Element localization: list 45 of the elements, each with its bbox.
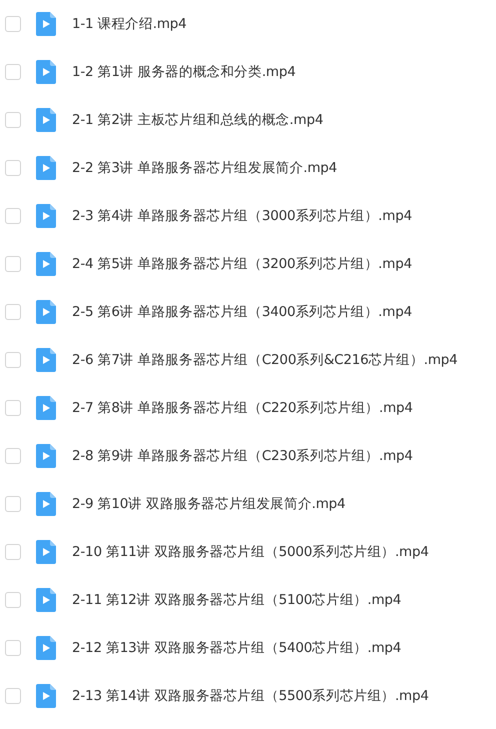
video-file-icon bbox=[36, 540, 56, 564]
checkbox[interactable] bbox=[5, 640, 21, 656]
checkbox[interactable] bbox=[5, 688, 21, 704]
video-file-icon bbox=[36, 300, 56, 324]
file-name[interactable]: 2-1 第2讲 主板芯片组和总线的概念.mp4 bbox=[72, 111, 324, 129]
file-name[interactable]: 1-2 第1讲 服务器的概念和分类.mp4 bbox=[72, 63, 296, 81]
checkbox[interactable] bbox=[5, 400, 21, 416]
video-file-icon bbox=[36, 156, 56, 180]
video-file-icon bbox=[36, 636, 56, 660]
video-file-icon bbox=[36, 108, 56, 132]
file-name[interactable]: 2-12 第13讲 双路服务器芯片组（5400芯片组）.mp4 bbox=[72, 639, 402, 657]
file-name[interactable]: 2-8 第9讲 单路服务器芯片组（C230系列芯片组）.mp4 bbox=[72, 447, 413, 465]
checkbox[interactable] bbox=[5, 304, 21, 320]
checkbox[interactable] bbox=[5, 16, 21, 32]
file-name[interactable]: 2-10 第11讲 双路服务器芯片组（5000系列芯片组）.mp4 bbox=[72, 543, 429, 561]
file-name[interactable]: 1-1 课程介绍.mp4 bbox=[72, 15, 187, 33]
video-file-icon bbox=[36, 684, 56, 708]
video-file-icon bbox=[36, 444, 56, 468]
video-file-icon bbox=[36, 204, 56, 228]
video-file-icon bbox=[36, 60, 56, 84]
checkbox[interactable] bbox=[5, 112, 21, 128]
file-name[interactable]: 2-5 第6讲 单路服务器芯片组（3400系列芯片组）.mp4 bbox=[72, 303, 412, 321]
file-name[interactable]: 2-3 第4讲 单路服务器芯片组（3000系列芯片组）.mp4 bbox=[72, 207, 412, 225]
checkbox[interactable] bbox=[5, 544, 21, 560]
checkbox[interactable] bbox=[5, 208, 21, 224]
checkbox[interactable] bbox=[5, 448, 21, 464]
file-name[interactable]: 2-2 第3讲 单路服务器芯片组发展简介.mp4 bbox=[72, 159, 338, 177]
file-name[interactable]: 2-6 第7讲 单路服务器芯片组（C200系列&C216芯片组）.mp4 bbox=[72, 351, 458, 369]
video-file-icon bbox=[36, 252, 56, 276]
file-name[interactable]: 2-11 第12讲 双路服务器芯片组（5100芯片组）.mp4 bbox=[72, 591, 402, 609]
checkbox[interactable] bbox=[5, 496, 21, 512]
file-name[interactable]: 2-9 第10讲 双路服务器芯片组发展简介.mp4 bbox=[72, 495, 346, 513]
checkbox[interactable] bbox=[5, 160, 21, 176]
checkbox[interactable] bbox=[5, 592, 21, 608]
video-file-icon bbox=[36, 396, 56, 420]
checkbox[interactable] bbox=[5, 64, 21, 80]
video-file-icon bbox=[36, 12, 56, 36]
video-file-icon bbox=[36, 492, 56, 516]
checkbox[interactable] bbox=[5, 256, 21, 272]
video-file-icon bbox=[36, 348, 56, 372]
file-name[interactable]: 2-13 第14讲 双路服务器芯片组（5500系列芯片组）.mp4 bbox=[72, 687, 429, 705]
file-name[interactable]: 2-7 第8讲 单路服务器芯片组（C220系列芯片组）.mp4 bbox=[72, 399, 413, 417]
checkbox[interactable] bbox=[5, 352, 21, 368]
video-file-icon bbox=[36, 588, 56, 612]
file-name[interactable]: 2-4 第5讲 单路服务器芯片组（3200系列芯片组）.mp4 bbox=[72, 255, 412, 273]
